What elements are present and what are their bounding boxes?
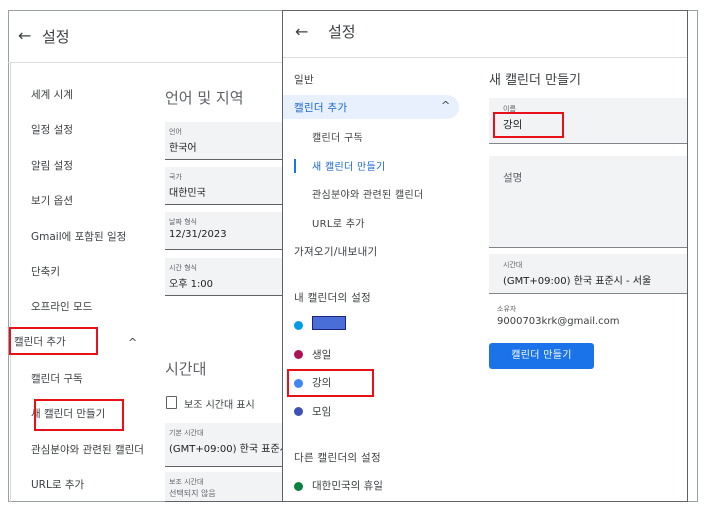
sidebar-item-world-clock[interactable]: 세계 시계: [31, 87, 73, 102]
form-title: 새 캘린더 만들기: [489, 73, 581, 88]
field-label: 시간대: [503, 261, 523, 269]
create-calendar-button[interactable]: 캘린더 만들기: [489, 343, 594, 369]
owner-email: 9000703krk@gmail.com: [497, 316, 620, 327]
sidebar-item-subscribe-calendar[interactable]: 캘린더 구독: [31, 371, 83, 386]
header-divider: [8, 62, 284, 63]
nav-sub-interesting[interactable]: 관심분야와 관련된 캘린더: [312, 186, 423, 201]
chevron-up-icon[interactable]: ^: [128, 336, 137, 349]
nav-calendar-birthdays[interactable]: 생일: [312, 347, 331, 362]
nav-item-import-export[interactable]: 가져오기/내보내기: [294, 244, 378, 259]
highlight-add-calendar: [9, 327, 98, 355]
sidebar-item-shortcuts[interactable]: 단축키: [31, 264, 60, 279]
sidebar-left-edge: [10, 63, 11, 503]
calendar-color-dot: [294, 482, 303, 491]
country-select[interactable]: 국가 대한민국: [165, 167, 284, 205]
nav-calendar-meeting[interactable]: 모임: [312, 404, 331, 419]
owner-label: 소유자: [497, 305, 517, 313]
chevron-up-icon[interactable]: ^: [441, 99, 450, 112]
back-arrow-icon[interactable]: ←: [18, 26, 31, 45]
primary-timezone-select[interactable]: 기본 시간대 (GMT+09:00) 한국 표준시 - 서울: [165, 423, 284, 467]
checkbox-label: 보조 시간대 표시: [184, 400, 255, 411]
field-value: 대한민국: [169, 188, 206, 199]
other-calendars-heading: 다른 캘린더의 설정: [294, 452, 381, 464]
settings-window: ← 설정 일반 캘린더 추가 ^ 캘린더 구독 새 캘린더 만들기 관심분야와 …: [282, 10, 688, 502]
language-select[interactable]: 언어 한국어: [165, 122, 284, 160]
field-label: 기본 시간대: [169, 429, 204, 437]
time-format-select[interactable]: 시간 형식 오후 1:00: [165, 258, 284, 296]
active-indicator: [294, 159, 296, 173]
field-value: 12/31/2023: [169, 229, 227, 240]
field-value: 오후 1:00: [169, 279, 214, 290]
calendar-color-dot: [294, 407, 303, 416]
highlight-name-input: [493, 112, 564, 138]
nav-sub-new-calendar[interactable]: 새 캘린더 만들기: [312, 158, 385, 173]
field-label: 보조 시간대: [169, 478, 204, 486]
field-label: 시간 형식: [169, 264, 197, 272]
nav-item-general[interactable]: 일반: [294, 72, 314, 87]
field-label: 설명: [503, 172, 523, 184]
sidebar-item-event-settings[interactable]: 일정 설정: [31, 122, 73, 137]
sidebar-item-add-by-url[interactable]: URL로 추가: [31, 477, 84, 492]
field-value: 선택되지 않음: [169, 489, 216, 498]
section-title-language: 언어 및 지역: [165, 89, 244, 107]
field-label: 언어: [169, 128, 182, 136]
field-value: 한국어: [169, 143, 197, 154]
page-title: 설정: [328, 23, 356, 41]
header-divider: [283, 57, 687, 58]
date-format-select[interactable]: 날짜 형식 12/31/2023: [165, 212, 284, 250]
back-arrow-icon[interactable]: ←: [295, 22, 308, 41]
field-label: 국가: [169, 173, 182, 181]
field-value: (GMT+09:00) 한국 표준시 - 서울: [169, 444, 284, 455]
nav-calendar-korean-holidays[interactable]: 대한민국의 휴일: [312, 478, 383, 493]
calendar-description-input[interactable]: 설명: [489, 156, 687, 248]
sidebar-item-notification-settings[interactable]: 알림 설정: [31, 158, 73, 173]
nav-sub-add-url[interactable]: URL로 추가: [312, 215, 365, 230]
sidebar-item-offline[interactable]: 오프라인 모드: [31, 299, 92, 314]
redacted-calendar-name[interactable]: [312, 316, 346, 330]
calendar-color-dot: [294, 350, 303, 359]
secondary-timezone-checkbox[interactable]: [166, 396, 177, 409]
calendar-color-dot: [294, 321, 303, 330]
nav-sub-subscribe[interactable]: 캘린더 구독: [312, 129, 363, 144]
timezone-select[interactable]: 시간대 (GMT+09:00) 한국 표준시 - 서울: [489, 254, 687, 294]
nav-item-add-calendar-label: 캘린더 추가: [294, 102, 348, 114]
sidebar-item-gmail-events[interactable]: Gmail에 포함된 일정: [31, 229, 126, 244]
secondary-timezone-select[interactable]: 보조 시간대 선택되지 않음: [165, 472, 284, 502]
sidebar-item-view-options[interactable]: 보기 옵션: [31, 193, 73, 208]
field-value: (GMT+09:00) 한국 표준시 - 서울: [503, 276, 652, 287]
section-title-timezone: 시간대: [165, 360, 207, 378]
field-label: 날짜 형식: [169, 218, 197, 226]
highlight-new-calendar: [34, 399, 124, 431]
page-title: 설정: [42, 28, 70, 46]
my-calendars-heading: 내 캘린더의 설정: [294, 292, 371, 304]
sidebar-item-interesting-calendars[interactable]: 관심분야와 관련된 캘린더: [31, 442, 144, 457]
highlight-lecture-calendar: [287, 369, 374, 397]
